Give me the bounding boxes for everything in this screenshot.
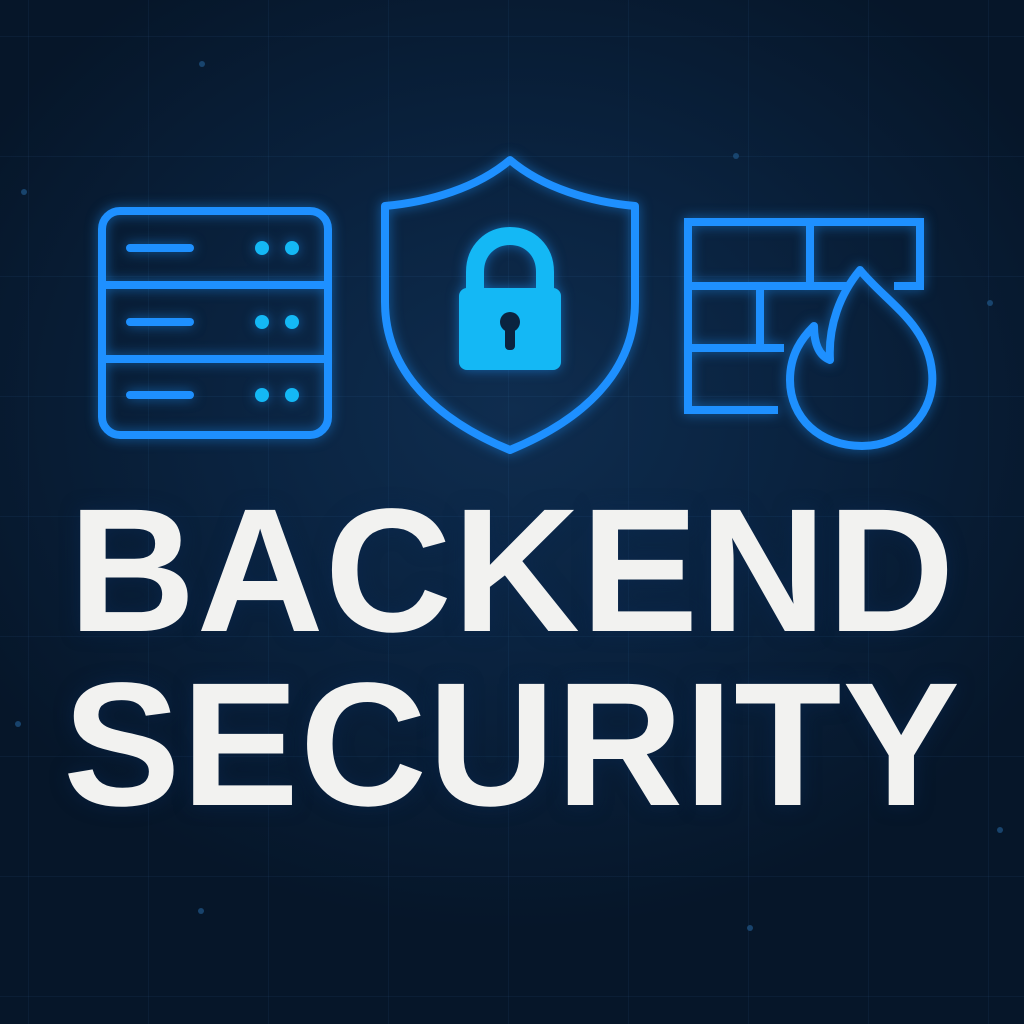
background-dot — [21, 189, 27, 195]
firewall-flame-icon — [684, 218, 937, 450]
server-icon — [98, 207, 332, 439]
title-backend: BACKEND — [68, 473, 956, 669]
shield-lock-icon — [381, 156, 639, 454]
banner: BACKEND SECURITY — [0, 0, 1024, 1024]
background-dot — [747, 925, 753, 931]
background-dot — [199, 61, 205, 67]
title-security: SECURITY — [63, 647, 961, 843]
background-dot — [733, 153, 739, 159]
background-dot — [198, 908, 204, 914]
background-dot — [987, 300, 993, 306]
